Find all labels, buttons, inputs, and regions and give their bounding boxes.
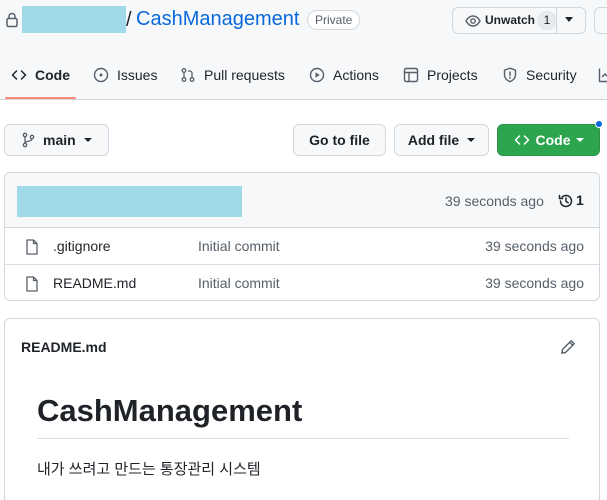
code-icon [514,135,529,145]
play-icon [309,67,325,83]
lock-icon [6,12,18,28]
heading-divider [37,438,569,439]
file-icon [26,276,38,292]
readme-heading: CashManagement [37,393,303,428]
shield-icon [503,67,517,83]
tab-label: Actions [333,67,379,83]
file-time: 39 seconds ago [485,275,584,291]
code-dropdown-button[interactable]: Code [497,124,600,156]
issue-icon [93,67,109,83]
selected-tab-indicator [5,97,76,99]
go-to-file-button[interactable]: Go to file [293,124,386,156]
history-icon[interactable] [558,193,574,209]
tab-insights[interactable] [598,50,607,100]
pull-request-icon [181,68,195,82]
watcher-count: 1 [537,11,557,30]
code-icon [11,70,27,80]
file-name[interactable]: .gitignore [53,238,111,254]
tab-code[interactable]: Code [11,50,70,100]
file-list: 39 seconds ago 1 .gitignore Initial comm… [4,172,600,301]
tab-label: Pull requests [204,67,285,83]
repo-name-link[interactable]: CashManagement [136,8,299,31]
file-time: 39 seconds ago [485,238,584,254]
unwatch-label: Unwatch [485,13,536,27]
table-icon [403,67,419,83]
tab-pull-requests[interactable]: Pull requests [180,50,285,100]
chevron-down-icon [83,138,92,142]
repo-nav-tabs: Code Issues Pull requests Actions Projec… [0,50,607,100]
tab-security[interactable]: Security [502,50,577,100]
tab-projects[interactable]: Projects [403,50,478,100]
unwatch-button[interactable]: Unwatch 1 [452,7,586,34]
branch-select-button[interactable]: main [4,124,109,156]
tab-label: Security [526,67,577,83]
file-row[interactable]: README.md Initial commit 39 seconds ago [5,265,599,300]
pencil-icon[interactable] [560,339,576,355]
repo-header: / CashManagement Private Unwatch 1 [0,0,607,50]
fork-button[interactable] [594,7,607,34]
chevron-down-icon [575,138,584,142]
path-separator: / [126,9,132,31]
readme-filename[interactable]: README.md [21,339,107,355]
visibility-badge: Private [307,10,361,30]
commit-count[interactable]: 1 [576,192,584,208]
file-icon [26,239,38,255]
tab-label: Code [35,67,70,83]
file-row[interactable]: .gitignore Initial commit 39 seconds ago [5,228,599,265]
chevron-down-icon [467,138,476,142]
tab-label: Issues [117,67,158,83]
branch-icon [22,132,35,148]
tab-actions[interactable]: Actions [309,50,379,100]
readme-description: 내가 쓰려고 만드는 통장관리 시스템 [37,461,261,478]
redacted-commit-author[interactable] [17,186,242,217]
button-divider [556,8,557,33]
add-file-button[interactable]: Add file [394,124,489,156]
eye-icon [465,15,481,27]
commit-message[interactable]: Initial commit [198,238,280,254]
add-file-label: Add file [407,132,460,148]
notification-dot [595,120,603,128]
code-label: Code [535,132,571,148]
tab-issues[interactable]: Issues [93,50,157,100]
tab-label: Projects [427,67,478,83]
commit-message[interactable]: Initial commit [198,275,280,291]
graph-icon [598,68,607,83]
readme-box: README.md CashManagement 내가 쓰려고 만드는 통장관리… [4,318,600,500]
redacted-owner-name[interactable] [22,6,126,33]
branch-name: main [43,132,76,148]
chevron-down-icon[interactable] [565,17,573,22]
commit-time[interactable]: 39 seconds ago [445,193,544,209]
latest-commit-bar: 39 seconds ago 1 [5,173,599,228]
file-name[interactable]: README.md [53,275,136,291]
